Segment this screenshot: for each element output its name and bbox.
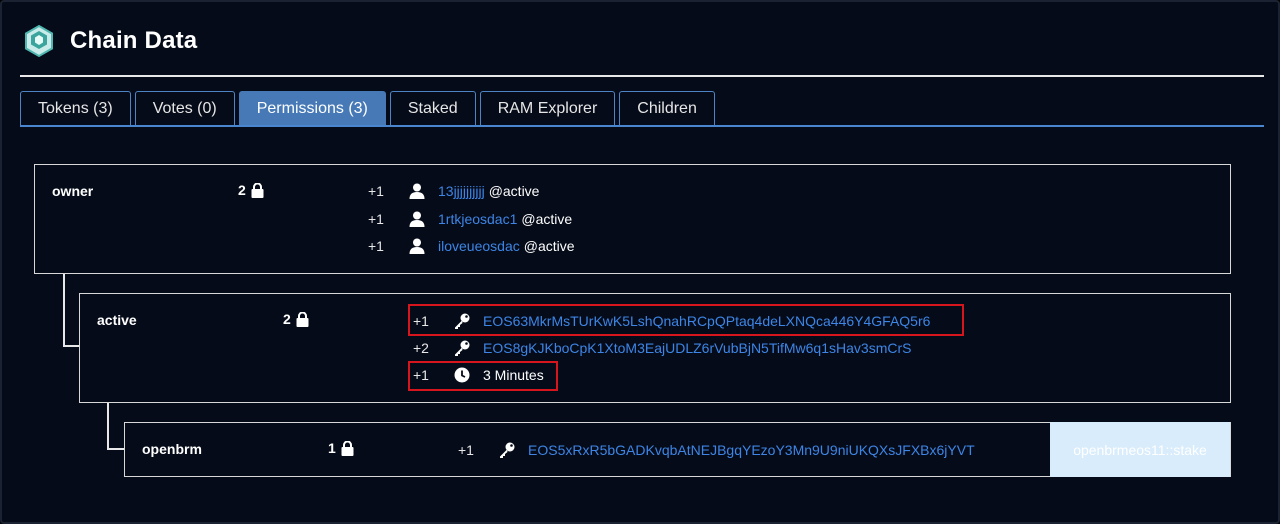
permission-threshold: 1 xyxy=(328,440,354,456)
permission-threshold: 2 xyxy=(283,311,309,327)
authority-row: +1 13jjjjjjjjjj @active xyxy=(368,181,539,201)
authority-row: +2 EOS8gKJKboCpK1XtoM3EajUDLZ6rVubBjN5Ti… xyxy=(413,338,911,358)
permission-name: openbrm xyxy=(142,441,202,457)
tab-ram-explorer[interactable]: RAM Explorer xyxy=(479,91,616,125)
weight: +1 xyxy=(368,211,384,227)
authority-row: +1 1rtkjeosdac1 @active xyxy=(368,209,572,229)
user-icon xyxy=(406,211,428,227)
permission-threshold: 2 xyxy=(238,182,264,198)
account-link[interactable]: 1rtkjeosdac1 xyxy=(438,211,517,227)
tab-permissions[interactable]: Permissions (3) xyxy=(238,91,386,125)
tab-children[interactable]: Children xyxy=(619,91,715,125)
chain-cube-icon xyxy=(25,24,53,58)
account-link[interactable]: 13jjjjjjjjjj xyxy=(438,183,485,199)
key-icon xyxy=(451,340,473,356)
account-link[interactable]: iloveueosdac xyxy=(438,238,520,254)
permission-name: active xyxy=(97,312,137,328)
threshold-value: 1 xyxy=(328,440,336,456)
authority-row: +1 EOS5xRxR5bGADKvqbAtNEJBgqYEzoY3Mn9U9n… xyxy=(458,440,975,460)
page-title: Chain Data xyxy=(70,27,198,54)
public-key-link[interactable]: EOS5xRxR5bGADKvqbAtNEJBgqYEzoY3Mn9U9niUK… xyxy=(528,442,975,458)
weight: +2 xyxy=(413,340,429,356)
tab-bar: Tokens (3) Votes (0) Permissions (3) Sta… xyxy=(20,91,715,125)
lock-icon xyxy=(251,182,264,198)
account-permission: @active xyxy=(488,183,540,199)
account-permission: @active xyxy=(523,238,575,254)
lock-icon xyxy=(296,311,309,327)
permission-name: owner xyxy=(52,183,94,199)
permission-owner: owner 2 +1 13jjjjjjjjjj @active +1 1rtkj… xyxy=(34,164,1231,274)
lock-icon xyxy=(341,440,354,456)
weight: +1 xyxy=(458,442,474,458)
highlight-box xyxy=(408,304,964,336)
title-divider xyxy=(20,75,1264,77)
user-icon xyxy=(406,183,428,199)
panel-header: Chain Data xyxy=(22,24,197,58)
key-icon xyxy=(496,442,518,458)
user-icon xyxy=(406,238,428,254)
tab-tokens[interactable]: Tokens (3) xyxy=(20,91,131,125)
tree-connector xyxy=(107,402,109,450)
tab-votes[interactable]: Votes (0) xyxy=(134,91,235,125)
tree-connector xyxy=(63,273,65,347)
account-permission: @active xyxy=(521,211,573,227)
public-key-link[interactable]: EOS8gKJKboCpK1XtoM3EajUDLZ6rVubBjN5TifMw… xyxy=(483,340,911,356)
weight: +1 xyxy=(368,238,384,254)
tab-underline xyxy=(20,125,1264,127)
threshold-value: 2 xyxy=(283,311,291,327)
linked-action-badge[interactable]: openbrmeos11::stake xyxy=(1050,422,1230,477)
tab-staked[interactable]: Staked xyxy=(389,91,476,125)
tree-connector xyxy=(63,345,80,347)
tree-connector xyxy=(107,448,125,450)
highlight-box xyxy=(408,361,558,391)
chain-data-panel: Chain Data Tokens (3) Votes (0) Permissi… xyxy=(0,0,1280,524)
authority-row: +1 iloveueosdac @active xyxy=(368,236,575,256)
weight: +1 xyxy=(368,183,384,199)
threshold-value: 2 xyxy=(238,182,246,198)
